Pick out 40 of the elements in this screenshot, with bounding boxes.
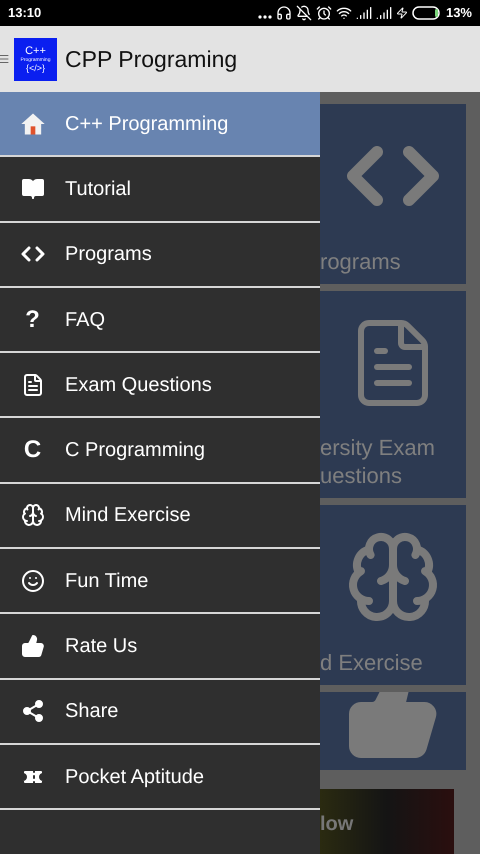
headphones-icon bbox=[276, 5, 292, 21]
tile-label: uestions bbox=[320, 462, 402, 490]
drawer-item[interactable]: C++ Programming bbox=[0, 92, 320, 158]
drawer-item-label: Mind Exercise bbox=[65, 503, 191, 528]
tile-label: d Exercise bbox=[320, 649, 423, 677]
share-icon bbox=[20, 699, 44, 724]
drawer-item[interactable]: Programs bbox=[0, 222, 320, 288]
drawer-item-label: Rate Us bbox=[65, 634, 138, 660]
drawer-item-label: Exam Questions bbox=[65, 372, 212, 398]
signal-icon bbox=[356, 5, 372, 21]
drawer-item-label: Pocket Aptitude bbox=[65, 764, 204, 790]
charging-icon bbox=[396, 7, 408, 19]
glyph-icon: C bbox=[24, 438, 42, 462]
wifi-icon bbox=[336, 5, 352, 21]
app-title: CPP Programing bbox=[65, 44, 238, 74]
smiley-icon bbox=[20, 568, 44, 593]
battery-text: 13% bbox=[446, 4, 472, 22]
brain-icon bbox=[20, 503, 44, 528]
drawer-item-label: Fun Time bbox=[65, 568, 148, 594]
tile-label: rograms bbox=[320, 248, 401, 276]
book-icon bbox=[20, 176, 44, 201]
battery-icon bbox=[412, 6, 442, 20]
bell-off-icon bbox=[296, 5, 312, 21]
drawer-item-label: C++ Programming bbox=[65, 112, 228, 137]
drawer-item-label: Programs bbox=[65, 242, 152, 268]
clock-text: 13:10 bbox=[8, 4, 42, 22]
drawer-item[interactable]: Share bbox=[0, 680, 320, 745]
alarm-icon bbox=[316, 5, 332, 21]
drawer-item-label: Share bbox=[65, 699, 118, 724]
tile-label: ersity Exam bbox=[320, 434, 435, 462]
logo-text: C++ bbox=[25, 46, 46, 56]
logo-text: {</>} bbox=[26, 64, 46, 72]
banner-text: low bbox=[320, 812, 354, 837]
drawer-item-label: FAQ bbox=[65, 308, 106, 333]
glyph-icon: ? bbox=[25, 308, 40, 332]
signal-icon bbox=[376, 5, 392, 21]
drawer-item-label: Tutorial bbox=[65, 176, 131, 202]
drawer-item-label: C Programming bbox=[65, 438, 206, 464]
thumbs-up-icon bbox=[20, 634, 44, 658]
more-icon bbox=[258, 15, 272, 19]
